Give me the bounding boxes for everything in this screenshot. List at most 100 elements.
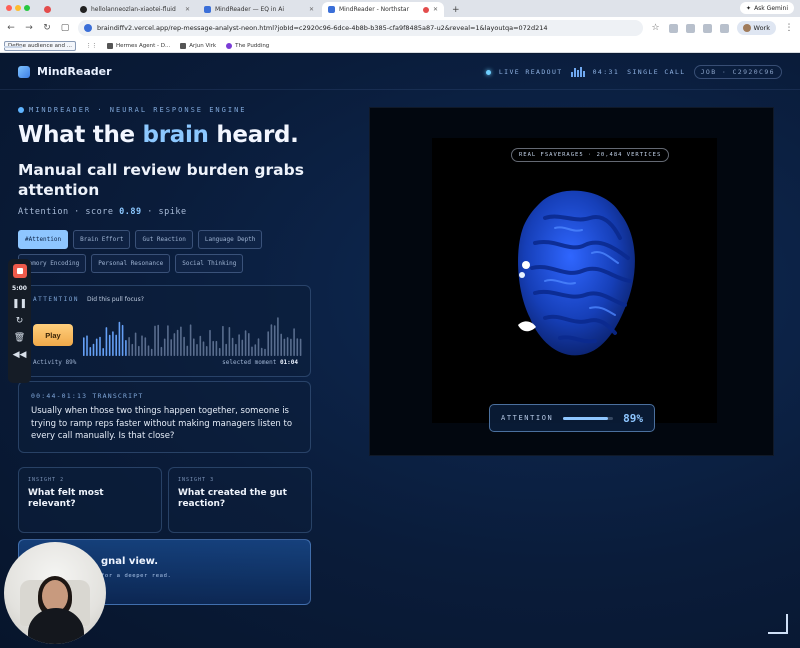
chip-social-thinking[interactable]: Social Thinking	[175, 254, 244, 273]
webcam-bubble[interactable]	[4, 542, 106, 644]
site-icon	[204, 6, 211, 13]
chip-brain-effort[interactable]: Brain Effort	[73, 230, 131, 249]
waveform-bar	[86, 335, 88, 356]
waveform-bar	[99, 336, 101, 356]
waveform-bar	[215, 340, 218, 356]
waveform-bar	[186, 345, 189, 356]
ask-gemini-button[interactable]: ✦ Ask Gemini	[740, 2, 794, 14]
tab-search-icon[interactable]: ▢	[60, 23, 70, 33]
live-readout-label: LIVE READOUT	[498, 68, 563, 76]
play-button[interactable]: Play	[33, 324, 73, 346]
waveform-bar	[196, 344, 198, 356]
trash-icon[interactable]: 🗑	[14, 333, 25, 343]
site-info-icon[interactable]	[84, 24, 92, 32]
forward-icon[interactable]: →	[24, 23, 34, 33]
dimension-chips: #Attention Brain Effort Gut Reaction Lan…	[18, 230, 278, 273]
pause-icon[interactable]: ❚❚	[12, 299, 27, 309]
recording-icon	[422, 6, 429, 13]
waveform-bar	[131, 343, 134, 356]
bookmark-label: The Pudding	[235, 42, 270, 49]
waveform-bar	[134, 332, 137, 356]
waveform-bar	[260, 347, 263, 356]
extension-icon[interactable]	[685, 23, 695, 33]
headline: Manual call review burden grabs attentio…	[18, 161, 304, 199]
metric-score: 0.89	[119, 207, 142, 217]
browser-tab-1[interactable]	[38, 2, 72, 17]
window-zoom-dot[interactable]	[24, 5, 30, 11]
vertices-badge: REAL FSAVERAGE5 · 20,484 VERTICES	[511, 148, 670, 162]
extension-icon[interactable]	[668, 23, 678, 33]
waveform-bar	[225, 343, 227, 356]
youtube-icon	[44, 6, 51, 13]
waveform-bar	[180, 326, 182, 356]
transcript-text: Usually when those two things happen tog…	[31, 406, 293, 441]
player-footer: Activity 89% selected moment 01:04	[33, 359, 298, 366]
close-tab-icon[interactable]: ✕	[433, 6, 438, 13]
browser-tab-4[interactable]: MindReader - Northstar ✕	[322, 2, 444, 17]
call-type: SINGLE CALL	[627, 68, 686, 76]
new-tab-button[interactable]: +	[446, 2, 466, 17]
collapse-icon[interactable]: ◀◀	[13, 350, 27, 360]
side-panel-icon[interactable]	[719, 23, 729, 33]
close-tab-icon[interactable]: ✕	[185, 6, 190, 13]
bookmarks-bar: Define audience and ... ⋮⋮ Hermes Agent …	[0, 39, 800, 53]
screen-recorder-toolbar: 5:00 ❚❚ ↻ 🗑 ◀◀	[8, 259, 31, 383]
eyebrow-text: MINDREADER · NEURAL RESPONSE ENGINE	[29, 106, 247, 114]
left-column: MINDREADER · NEURAL RESPONSE ENGINE What…	[18, 106, 313, 605]
reload-icon[interactable]: ↻	[42, 23, 52, 33]
bookmark-item[interactable]: Hermes Agent - D...	[106, 42, 171, 49]
fullscreen-corner-icon[interactable]	[768, 614, 788, 634]
waveform-bar	[105, 327, 108, 356]
brain-3d-model[interactable]	[500, 183, 650, 363]
page-title: What the brain heard.	[18, 122, 313, 148]
waveform-bar	[83, 337, 85, 356]
browser-tab-3[interactable]: MindReader — EQ in Ai ✕	[198, 2, 320, 17]
browser-tab-bar: hellolanneozlan-xiaotei-fluid ✕ MindRead…	[0, 0, 800, 17]
attention-value: 89%	[623, 411, 643, 425]
address-bar[interactable]: braindiffv2.vercel.app/rep-message-analy…	[78, 20, 643, 36]
back-icon[interactable]: ←	[6, 23, 16, 33]
bookmark-label: Hermes Agent - D...	[115, 42, 171, 49]
window-minimize-dot[interactable]	[15, 5, 21, 11]
chip-personal-resonance[interactable]: Personal Resonance	[91, 254, 171, 273]
activity-waveform[interactable]	[83, 314, 303, 356]
app-root: MindReader LIVE READOUT 04:31 SINGLE CAL…	[0, 54, 800, 648]
activity-player: ATTENTION Did this pull focus? Play Acti…	[18, 285, 311, 377]
attention-label: ATTENTION	[501, 414, 554, 422]
waveform-bar	[286, 337, 289, 356]
chip-gut-reaction[interactable]: Gut Reaction	[135, 230, 193, 249]
profile-button[interactable]: Work	[736, 21, 776, 35]
attention-readout: ATTENTION 89%	[489, 404, 655, 432]
title-part: What the	[18, 122, 143, 148]
bookmark-item[interactable]: Arjun Virk	[180, 42, 216, 49]
brand-name: MindReader	[37, 65, 112, 78]
hermes-icon	[106, 42, 113, 49]
bookmark-star-icon[interactable]: ☆	[651, 23, 661, 33]
close-tab-icon[interactable]: ✕	[309, 6, 314, 13]
waveform-bar	[102, 348, 104, 356]
waveform-bar	[241, 339, 244, 356]
window-close-dot[interactable]	[6, 5, 12, 11]
insight-card[interactable]: INSIGHT 2 What felt most relevant?	[18, 467, 162, 533]
chip-attention[interactable]: #Attention	[18, 230, 69, 249]
metric-line: Attention · score 0.89 · spike	[18, 207, 313, 217]
restart-icon[interactable]: ↻	[16, 316, 24, 326]
activity-label: Activity 89%	[33, 359, 77, 366]
waveform-bar	[95, 338, 98, 356]
browser-tab-2[interactable]: hellolanneozlan-xiaotei-fluid ✕	[74, 2, 196, 17]
header-status: LIVE READOUT 04:31 SINGLE CALL JOB · C29…	[485, 65, 782, 79]
waveform-bar	[290, 338, 292, 356]
waveform-bar	[108, 334, 111, 356]
insight-card[interactable]: INSIGHT 3 What created the gut reaction?	[168, 467, 312, 533]
waveform-bar	[112, 331, 114, 356]
chip-language-depth[interactable]: Language Depth	[197, 230, 263, 249]
waveform-bar	[212, 340, 214, 356]
bookmark-item[interactable]: The Pudding	[226, 42, 270, 49]
signal-subtitle: for a deeper read.	[101, 573, 172, 579]
apps-grid-icon[interactable]: ⋮⋮	[86, 43, 97, 49]
more-menu-icon[interactable]: ⋮	[784, 23, 794, 33]
extensions-puzzle-icon[interactable]	[702, 23, 712, 33]
waveform-bar	[176, 329, 179, 356]
player-header: ATTENTION Did this pull focus?	[33, 296, 144, 303]
stop-recording-button[interactable]	[12, 264, 27, 278]
